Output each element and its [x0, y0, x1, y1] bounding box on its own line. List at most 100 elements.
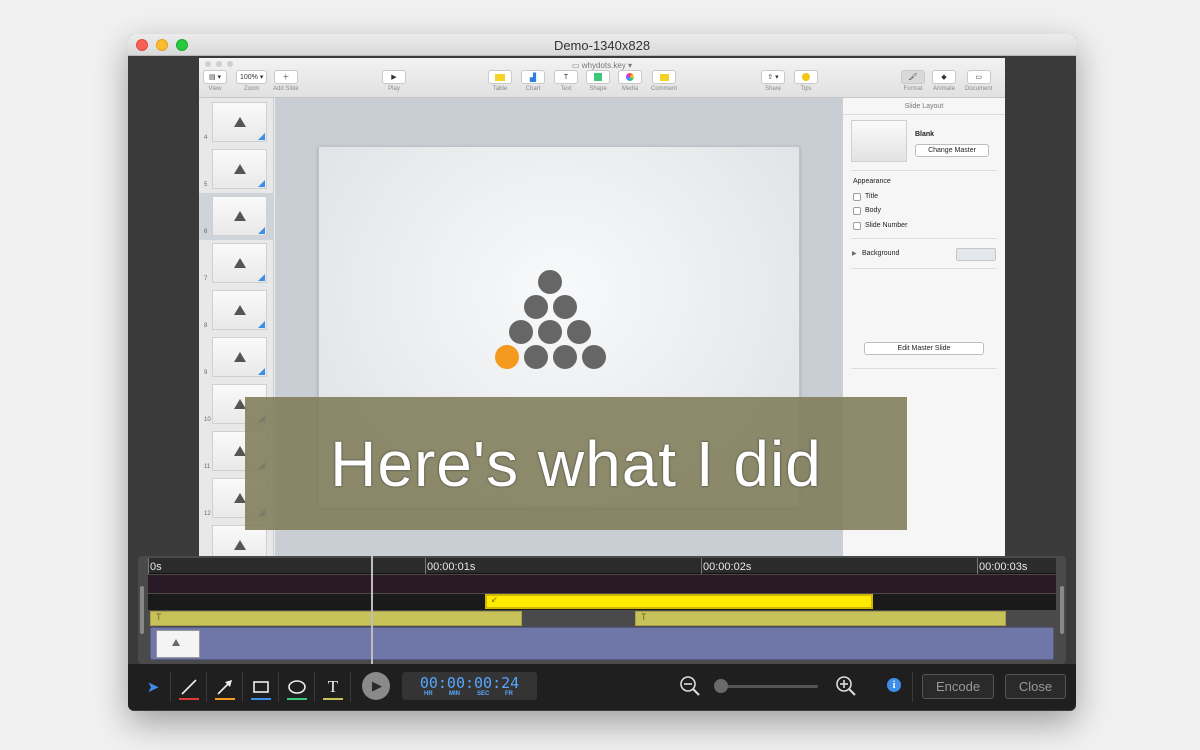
build-indicator-icon	[258, 368, 265, 375]
body-checkbox[interactable]	[853, 207, 861, 215]
view-tool[interactable]: ▤ ▾ View	[203, 70, 227, 92]
dots-triangle-icon	[234, 211, 246, 221]
build-indicator-icon	[258, 227, 265, 234]
info-icon[interactable]: i	[887, 678, 901, 692]
play-button[interactable]: ▶	[362, 672, 390, 700]
format-tool[interactable]: 🖌 Format	[901, 70, 925, 92]
text-callout[interactable]: Here's what I did	[245, 397, 907, 530]
timeline[interactable]: 0s 00:00:01s 00:00:02s 00:00:03s ↙ T T	[138, 556, 1066, 664]
video-track[interactable]	[150, 627, 1054, 660]
shape-tool[interactable]: Shape	[586, 70, 610, 92]
divider	[170, 672, 171, 702]
title-checkbox[interactable]	[853, 193, 861, 201]
close-button[interactable]: Close	[1005, 674, 1066, 699]
tick-label: 0s	[150, 561, 162, 573]
zoom-in-icon	[836, 676, 856, 696]
text-icon: T	[641, 612, 647, 622]
disclosure-triangle-icon[interactable]: ▶	[852, 250, 857, 257]
arrow-tool[interactable]	[212, 674, 238, 700]
dot	[524, 295, 548, 319]
document-panel-icon: ▭	[966, 70, 991, 84]
slide-number: 5	[204, 182, 208, 188]
media-tool[interactable]: Media	[618, 70, 642, 92]
play-tool[interactable]: ▶ Play	[382, 70, 406, 92]
zoom-slider-knob[interactable]	[714, 679, 728, 693]
divider	[851, 238, 997, 239]
text-clip[interactable]: T	[150, 611, 522, 626]
slide-number: 9	[204, 370, 208, 376]
dots-triangle-icon	[234, 117, 246, 127]
chevron-down-icon: ▾	[625, 61, 633, 70]
slide-number: 10	[204, 417, 211, 423]
arrow-icon	[217, 680, 232, 695]
rectangle-color-indicator	[251, 698, 271, 700]
divider	[350, 672, 351, 702]
trim-handle-right[interactable]	[1060, 586, 1064, 634]
build-indicator-icon	[258, 274, 265, 281]
slide-thumbnail[interactable]	[212, 196, 267, 236]
master-name: Blank	[915, 131, 935, 138]
table-tool[interactable]: Table	[488, 70, 512, 92]
dots-triangle-icon	[234, 164, 246, 174]
timeline-ruler[interactable]: 0s 00:00:01s 00:00:02s 00:00:03s	[148, 558, 1056, 574]
arrow-cursor-icon: ➤	[146, 679, 160, 696]
dot	[509, 320, 533, 344]
zoom-out-button[interactable]	[679, 675, 701, 697]
table-icon	[488, 70, 512, 84]
zoom-in-button[interactable]	[835, 675, 857, 697]
ellipse-tool[interactable]	[284, 674, 310, 700]
change-master-button[interactable]: Change Master	[915, 144, 989, 157]
animate-tool[interactable]: ◆ Animate	[932, 70, 956, 92]
slide-number: 12	[204, 511, 211, 517]
slide-number-checkbox[interactable]	[853, 222, 861, 230]
add-slide-tool[interactable]: ＋ Add Slide	[273, 70, 299, 92]
build-indicator-icon	[258, 321, 265, 328]
background-color-well[interactable]	[956, 248, 996, 261]
document-tool[interactable]: ▭ Document	[965, 70, 992, 92]
text-tool[interactable]: T	[320, 674, 346, 700]
callout-clip[interactable]: ↙	[485, 594, 873, 609]
annotation-track	[148, 575, 1056, 593]
trim-handle-left[interactable]	[140, 586, 144, 634]
plus-icon: ＋	[273, 70, 298, 84]
dot	[538, 320, 562, 344]
text-icon: T	[156, 612, 162, 622]
zoom-slider-track[interactable]	[716, 685, 818, 688]
slide-number-option-label: Slide Number	[865, 222, 908, 229]
animate-icon: ◆	[932, 70, 956, 84]
divider	[851, 268, 997, 269]
build-indicator-icon	[258, 180, 265, 187]
text-clip[interactable]: T	[635, 611, 1006, 626]
slide-number: 7	[204, 276, 208, 282]
line-tool[interactable]	[176, 674, 202, 700]
shape-icon	[586, 70, 610, 84]
encode-button[interactable]: Encode	[922, 674, 994, 699]
divider	[851, 170, 997, 171]
slide-thumbnail[interactable]	[212, 290, 267, 330]
slide-thumbnail[interactable]	[212, 102, 267, 142]
comment-tool[interactable]: Comment	[651, 70, 677, 92]
title-option-label: Title	[865, 193, 878, 200]
tips-tool[interactable]: Tips	[794, 70, 818, 92]
line-color-indicator	[179, 698, 199, 700]
slide-thumbnail[interactable]	[212, 149, 267, 189]
chart-tool[interactable]: ▟ Chart	[521, 70, 545, 92]
rectangle-tool[interactable]	[248, 674, 274, 700]
slide-thumbnail[interactable]	[212, 337, 267, 377]
select-tool[interactable]: ➤	[140, 674, 166, 700]
text-icon: T	[327, 677, 339, 696]
chart-icon: ▟	[521, 70, 545, 84]
zoom-tool[interactable]: 100% ▾ Zoom	[236, 70, 268, 92]
playhead[interactable]	[371, 556, 373, 664]
build-indicator-icon	[258, 133, 265, 140]
document-icon: ▭	[571, 61, 582, 70]
edit-master-slide-button[interactable]: Edit Master Slide	[864, 342, 984, 355]
arrow-color-indicator	[215, 698, 235, 700]
play-icon: ▶	[372, 678, 382, 693]
master-thumbnail[interactable]	[851, 120, 907, 162]
window-title: Demo-1340x828	[553, 38, 651, 53]
timecode-display: 00:00:00:24 HR MIN SEC FR	[402, 672, 537, 700]
slide-thumbnail[interactable]	[212, 243, 267, 283]
text-tool[interactable]: T Text	[554, 70, 578, 92]
share-tool[interactable]: ⇧ ▾ Share	[761, 70, 785, 92]
